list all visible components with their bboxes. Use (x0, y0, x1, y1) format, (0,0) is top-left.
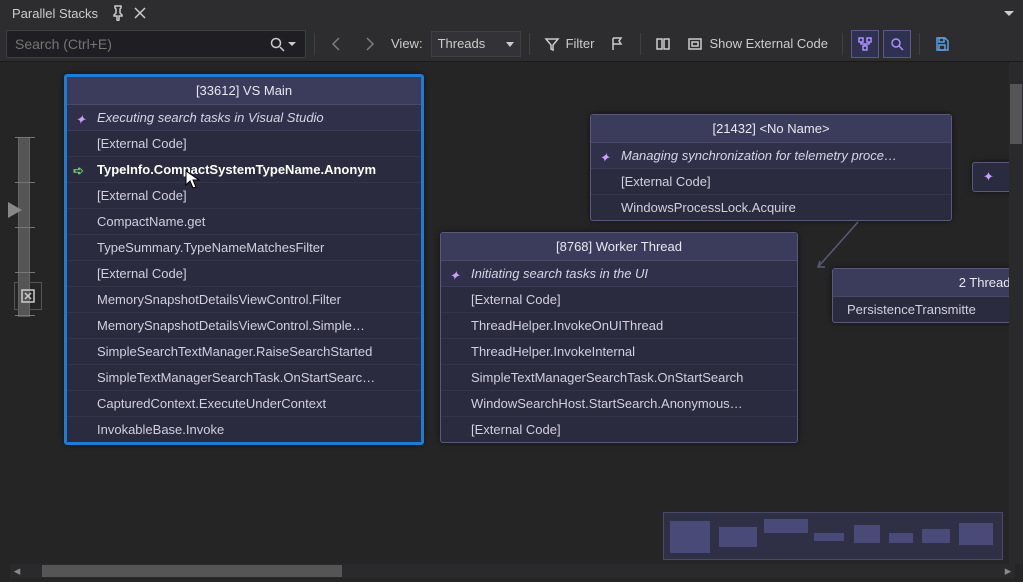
stack-frame[interactable]: TypeSummary.TypeNameMatchesFilter (67, 235, 421, 261)
filter-icon (544, 36, 560, 52)
scrollbar-thumb[interactable] (1010, 84, 1022, 144)
stack-header[interactable]: [33612] VS Main (67, 77, 421, 105)
view-select[interactable]: Threads (431, 31, 521, 57)
search-input-field[interactable] (15, 36, 269, 52)
current-frame-icon: ➪ (73, 163, 84, 179)
stack-frame[interactable]: [External Code] (67, 261, 421, 287)
filter-button[interactable]: Filter (538, 30, 601, 58)
toggle-method-view-button[interactable] (649, 30, 677, 58)
minimap[interactable] (663, 512, 1003, 560)
separator (919, 33, 920, 55)
nav-back-button[interactable] (323, 30, 351, 58)
stack-frame[interactable]: MemorySnapshotDetailsViewControl.Simple… (67, 313, 421, 339)
stack-frame[interactable]: [External Code] (441, 287, 797, 313)
stack-frame[interactable]: [External Code] (67, 131, 421, 157)
stack-frame[interactable]: CompactName.get (67, 209, 421, 235)
stack-frame[interactable]: WindowsProcessLock.Acquire (591, 195, 951, 220)
show-external-code-button[interactable]: Show External Code (681, 30, 834, 58)
stack-worker-thread[interactable]: [8768] Worker Thread ✦ Initiating search… (440, 232, 798, 443)
window-menu-icon[interactable] (999, 3, 1019, 23)
stack-frame[interactable]: [External Code] (67, 183, 421, 209)
search-icon (269, 36, 285, 52)
stack-frame[interactable]: SimpleTextManagerSearchTask.OnStartSearc… (441, 365, 797, 391)
close-icon[interactable] (130, 3, 150, 23)
separator (842, 33, 843, 55)
stack-frame[interactable]: SimpleTextManagerSearchTask.OnStartSearc… (67, 365, 421, 391)
stack-frame[interactable]: ThreadHelper.InvokeInternal (441, 339, 797, 365)
external-code-icon (687, 36, 703, 52)
zoom-control-button[interactable] (883, 30, 911, 58)
separator (529, 33, 530, 55)
view-select-value: Threads (438, 36, 486, 51)
search-input[interactable] (6, 30, 306, 58)
separator (640, 33, 641, 55)
flag-button[interactable] (604, 30, 632, 58)
stacks-canvas[interactable]: [33612] VS Main ✦ Executing search tasks… (0, 62, 1023, 582)
toolbar: View: Threads Filter Show External Code (0, 26, 1023, 62)
stack-frame[interactable]: [External Code] (591, 169, 951, 195)
stack-frame[interactable]: MemorySnapshotDetailsViewControl.Filter (67, 287, 421, 313)
titlebar: Parallel Stacks (0, 0, 1023, 26)
separator (314, 33, 315, 55)
stack-frame[interactable]: SimpleSearchTextManager.RaiseSearchStart… (67, 339, 421, 365)
stack-frame[interactable]: CapturedContext.ExecuteUnderContext (67, 391, 421, 417)
pin-icon[interactable] (108, 3, 128, 23)
stack-frame[interactable]: [External Code] (441, 417, 797, 442)
save-button[interactable] (928, 30, 956, 58)
stack-frame-current[interactable]: ➪ TypeInfo.CompactSystemTypeName.Anonym (67, 157, 421, 183)
zoom-to-fit-button[interactable] (14, 282, 42, 310)
ai-sparkle-icon: ✦ (599, 150, 610, 166)
scrollbar-thumb[interactable] (42, 565, 342, 577)
connector-line (798, 222, 868, 282)
vertical-scrollbar[interactable] (1009, 62, 1023, 564)
stack-vs-main[interactable]: [33612] VS Main ✦ Executing search tasks… (64, 74, 424, 445)
ai-sparkle-icon: ✦ (449, 268, 460, 284)
stack-summary[interactable]: ✦ Managing synchronization for telemetry… (591, 143, 951, 169)
horizontal-scrollbar[interactable]: ◂ ▸ (10, 564, 1015, 578)
view-label: View: (391, 36, 423, 51)
nav-forward-button[interactable] (355, 30, 383, 58)
show-external-code-label: Show External Code (709, 36, 828, 51)
stack-header[interactable]: [21432] <No Name> (591, 115, 951, 143)
filter-label: Filter (566, 36, 595, 51)
stack-no-name[interactable]: [21432] <No Name> ✦ Managing synchroniza… (590, 114, 952, 221)
stack-summary[interactable]: ✦ Initiating search tasks in the UI (441, 261, 797, 287)
window-title: Parallel Stacks (4, 4, 106, 23)
ai-sparkle-icon: ✦ (75, 112, 86, 128)
stack-header[interactable]: [8768] Worker Thread (441, 233, 797, 261)
stack-frame[interactable]: PersistenceTransmitte (833, 297, 1023, 322)
stack-frame[interactable]: ThreadHelper.InvokeOnUIThread (441, 313, 797, 339)
search-dropdown-icon[interactable] (287, 36, 297, 52)
autolayout-button[interactable] (851, 30, 879, 58)
stack-frame[interactable]: WindowSearchHost.StartSearch.Anonymous… (441, 391, 797, 417)
scroll-left-icon[interactable]: ◂ (10, 564, 24, 578)
scroll-right-icon[interactable]: ▸ (1001, 564, 1015, 578)
stack-frame[interactable]: InvokableBase.Invoke (67, 417, 421, 442)
zoom-slider-handle[interactable] (8, 202, 22, 218)
stack-summary[interactable]: ✦ Executing search tasks in Visual Studi… (67, 105, 421, 131)
